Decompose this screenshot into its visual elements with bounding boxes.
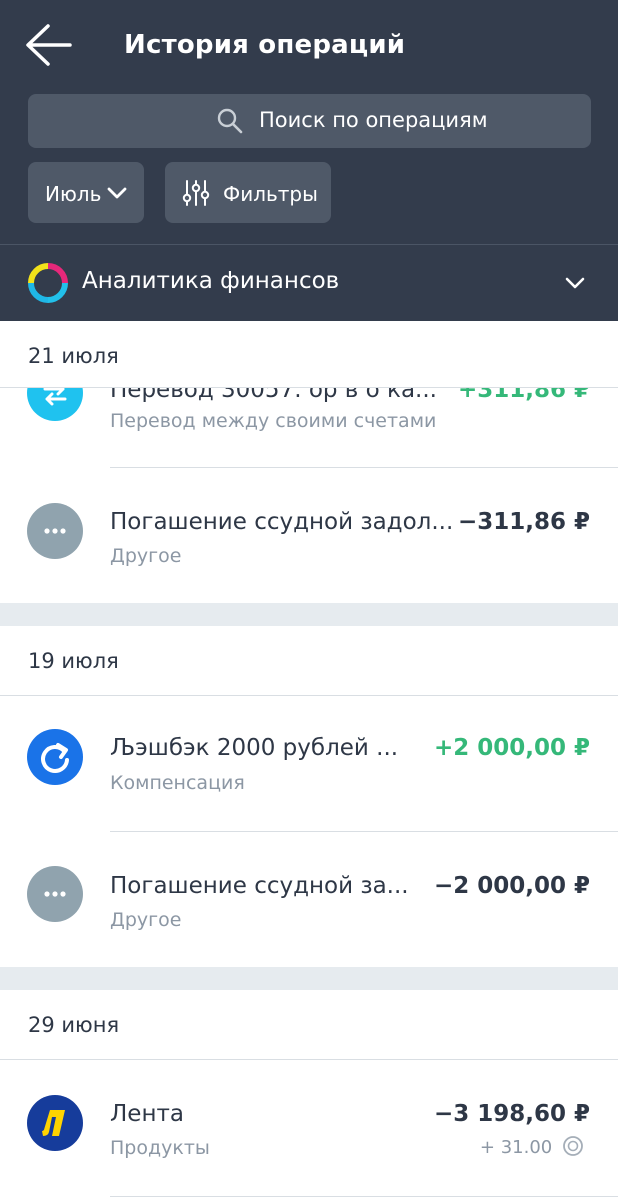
filters-label: Фильтры <box>223 182 318 206</box>
page-title: История операций <box>124 30 406 60</box>
group-date: 21 июля <box>28 344 119 368</box>
bonus-coin-icon <box>563 1136 583 1156</box>
refresh-icon <box>27 729 83 785</box>
search-icon <box>217 108 243 134</box>
operation-row[interactable]: Погашение ссудной за... −2 000,00 ₽ Друг… <box>0 832 618 966</box>
operation-title: Погашение ссудной за... <box>110 873 409 899</box>
more-icon <box>27 866 83 922</box>
operation-title: Љэшбэк 2000 рублей ... <box>110 735 399 761</box>
operation-title: Лента <box>110 1101 184 1127</box>
search-input[interactable]: Поиск по операциям <box>28 94 591 148</box>
operation-category: Другое <box>110 545 182 567</box>
arrow-left-icon <box>26 24 72 66</box>
analytics-label[interactable]: Аналитика финансов <box>82 268 339 294</box>
more-icon <box>27 503 83 559</box>
filter-sliders-icon <box>182 180 210 206</box>
operation-amount: −311,86 ₽ <box>457 509 590 535</box>
operation-category: Продукты <box>110 1137 210 1159</box>
operation-row[interactable]: Погашение ссудной задол... −311,86 ₽ Дру… <box>0 468 618 602</box>
bonus-points: + 31.00 <box>480 1135 584 1158</box>
chevron-down-icon[interactable] <box>564 272 586 294</box>
operation-amount: −2 000,00 ₽ <box>433 873 590 899</box>
transfer-icon <box>27 388 83 421</box>
day-group: 19 июля Љэшбэк 2000 рублей ... +2 000,00… <box>0 626 618 967</box>
back-button[interactable] <box>22 20 76 74</box>
operation-row[interactable]: Љэшбэк 2000 рублей ... +2 000,00 ₽ Компе… <box>0 696 618 831</box>
operation-amount: +311,86 ₽ <box>457 388 590 403</box>
header-divider <box>0 244 618 245</box>
filters-button[interactable]: Фильтры <box>165 162 331 223</box>
divider <box>110 1196 618 1197</box>
day-group: 21 июля Перевод 30057. ор в о ка... +311… <box>0 321 618 603</box>
bonus-value: + 31.00 <box>479 1137 553 1158</box>
search-placeholder: Поиск по операциям <box>259 108 488 132</box>
operation-category: Перевод между своими счетами <box>110 410 437 432</box>
chevron-down-icon <box>107 187 127 199</box>
app-header: История операций Поиск по операциям Июль <box>0 0 618 321</box>
lenta-logo-icon <box>27 1095 83 1151</box>
group-date: 19 июля <box>28 649 119 673</box>
analytics-ring-icon <box>28 263 68 303</box>
day-group: 29 июня Лента −3 198,60 ₽ Продукты + 31.… <box>0 990 618 1200</box>
group-date: 29 июня <box>28 1013 120 1037</box>
operation-category: Другое <box>110 909 182 931</box>
operation-row[interactable]: Лента −3 198,60 ₽ Продукты + 31.00 <box>0 1060 618 1194</box>
month-label: Июль <box>45 182 102 206</box>
operation-title: Перевод 30057. ор в о ка... <box>110 388 437 403</box>
operation-category: Компенсация <box>110 772 245 794</box>
operation-row[interactable]: Перевод 30057. ор в о ка... +311,86 ₽ Пе… <box>0 388 618 468</box>
operation-amount: −3 198,60 ₽ <box>433 1101 590 1127</box>
operation-title: Погашение ссудной задол... <box>110 509 454 535</box>
operation-amount: +2 000,00 ₽ <box>433 735 590 761</box>
month-dropdown[interactable]: Июль <box>28 162 144 223</box>
